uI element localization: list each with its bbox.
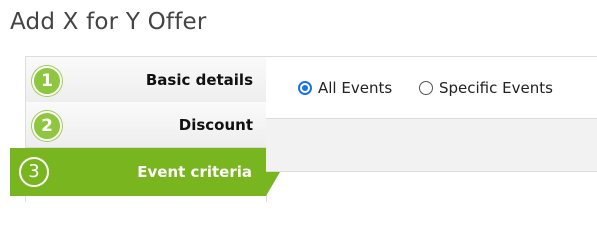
radio-all-events[interactable]: All Events	[298, 79, 392, 97]
step-label: Discount	[178, 116, 253, 134]
event-scope-row: All Events Specific Events	[266, 57, 597, 119]
step-basic-details[interactable]: 1 Basic details	[26, 56, 266, 103]
radio-button[interactable]	[298, 81, 312, 95]
criteria-area	[266, 119, 597, 172]
step-discount[interactable]: 2 Discount	[26, 102, 266, 148]
page-title: Add X for Y Offer	[10, 9, 207, 35]
step-label: Event criteria	[137, 163, 252, 181]
radio-label: Specific Events	[439, 79, 553, 97]
radio-specific-events[interactable]: Specific Events	[419, 79, 553, 97]
radio-button[interactable]	[419, 81, 433, 95]
step-number-badge: 1	[32, 66, 62, 96]
step-number-badge: 2	[32, 111, 62, 141]
step-number-badge: 3	[19, 157, 49, 187]
step-event-criteria[interactable]: 3 Event criteria	[10, 148, 280, 196]
radio-label: All Events	[318, 79, 393, 97]
event-criteria-panel: All Events Specific Events	[266, 56, 597, 172]
step-label: Basic details	[145, 71, 253, 89]
